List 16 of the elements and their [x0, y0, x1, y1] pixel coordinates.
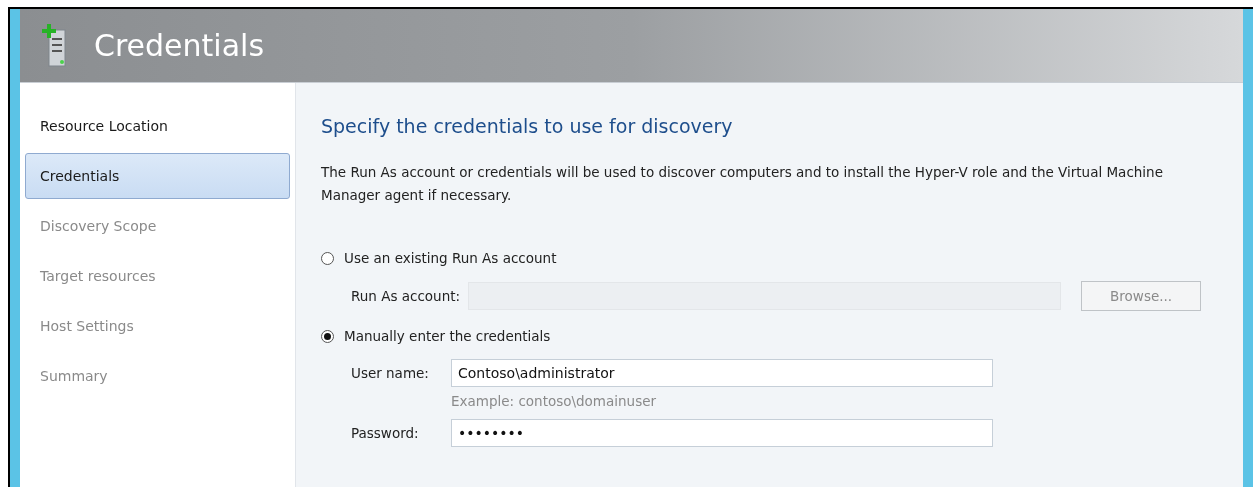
field-label: Password:	[351, 425, 420, 441]
hint-text: Example: contoso\domainuser	[450, 393, 658, 409]
description-text: The Run As account or credentials will be used to discover computers and to install the Hyper-V role and the Virtual Machine Manager agent if necessary.	[321, 163, 1164, 205]
radio-button[interactable]	[321, 251, 334, 265]
field-label: User name:	[351, 365, 430, 381]
section-heading: Specify the credentials to use for discovery	[321, 115, 734, 137]
input-field[interactable]: Contoso\administrator	[451, 359, 993, 387]
radio-label[interactable]: Manually enter the credentials	[344, 328, 551, 344]
page-title: Credentials	[94, 28, 265, 63]
radio-button[interactable]	[321, 329, 334, 343]
server-add-icon	[42, 23, 68, 68]
sidebar-item[interactable]: Credentials	[25, 153, 290, 199]
radio-label[interactable]: Use an existing Run As account	[344, 250, 557, 266]
field-label: Run As account:	[351, 288, 461, 304]
input-field[interactable]: ••••••••	[451, 419, 993, 447]
sidebar-item[interactable]: Resource Location	[25, 103, 290, 149]
